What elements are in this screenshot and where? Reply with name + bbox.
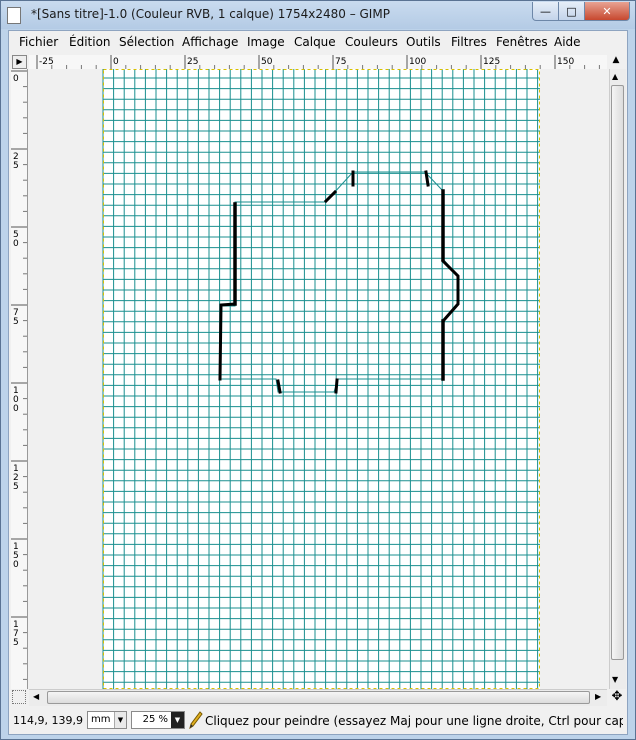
- chevron-down-icon[interactable]: ▼: [171, 712, 184, 728]
- menu-affichage[interactable]: Affichage: [182, 35, 238, 49]
- scroll-down-icon[interactable]: ▼: [612, 675, 618, 684]
- horizontal-scroll-thumb[interactable]: [47, 691, 590, 704]
- maximize-icon: □: [566, 4, 577, 18]
- unit-selector[interactable]: mm ▼: [87, 711, 127, 729]
- chevron-down-icon[interactable]: ▼: [114, 712, 126, 728]
- scroll-up-icon[interactable]: ▲: [612, 72, 618, 81]
- menu-edition[interactable]: Édition: [69, 35, 111, 49]
- minimize-icon: —: [540, 4, 551, 18]
- ruler-label-digit: 5: [13, 482, 19, 492]
- menu-outils[interactable]: Outils: [406, 35, 441, 49]
- ruler-corner-arrow-icon: ▲: [612, 55, 620, 65]
- menu-aide[interactable]: Aide: [554, 35, 581, 49]
- gimp-window: *[Sans titre]-1.0 (Couleur RVB, 1 calque…: [0, 0, 636, 740]
- ruler-label: 125: [483, 57, 500, 67]
- zoom-value: 25 %: [142, 714, 168, 725]
- menu-selection[interactable]: Sélection: [119, 35, 174, 49]
- vertical-ruler-svg: 0255075100125150175200: [11, 70, 27, 680]
- menu-fenetres[interactable]: Fenêtres: [496, 35, 548, 49]
- menu-filtres[interactable]: Filtres: [451, 35, 487, 49]
- ruler-label-digit: 0: [13, 74, 19, 84]
- ruler-label: 75: [335, 57, 346, 67]
- stroke-bottom-notch-right: [334, 378, 339, 394]
- ruler-label-digit: 0: [13, 239, 19, 249]
- window-title: *[Sans titre]-1.0 (Couleur RVB, 1 calque…: [31, 7, 390, 21]
- ruler-label-digit: 5: [13, 161, 19, 171]
- stroke-top-notch-right: [424, 170, 430, 187]
- title-bar[interactable]: *[Sans titre]-1.0 (Couleur RVB, 1 calque…: [1, 1, 635, 29]
- menu-calque[interactable]: Calque: [294, 35, 336, 49]
- ruler-label-digit: 5: [13, 317, 19, 327]
- menu-image[interactable]: Image: [247, 35, 285, 49]
- image-window-client: Fichier Édition Sélection Affichage Imag…: [8, 30, 628, 735]
- ruler-label: 25: [187, 57, 198, 67]
- vertical-scroll-thumb[interactable]: [611, 85, 624, 660]
- unit-value: mm: [91, 714, 111, 725]
- ruler-label: 100: [409, 57, 426, 67]
- scroll-left-icon[interactable]: ◀: [33, 692, 39, 701]
- close-button[interactable]: ✕: [584, 2, 630, 21]
- menu-fichier[interactable]: Fichier: [19, 35, 58, 49]
- vertical-scrollbar[interactable]: ▲ ▼: [609, 69, 626, 689]
- close-icon: ✕: [602, 4, 612, 18]
- canvas-area[interactable]: [28, 69, 608, 690]
- image-canvas[interactable]: [28, 69, 608, 690]
- ruler-label: 0: [113, 57, 119, 67]
- ruler-label-digit: 5: [13, 638, 19, 648]
- horizontal-scrollbar[interactable]: ◀ ▶: [29, 689, 607, 706]
- status-bar: 114,9, 139,9 mm ▼ 25 % ▼ Cliquez pour pe…: [9, 707, 627, 734]
- quick-mask-toggle[interactable]: [12, 690, 26, 704]
- horizontal-ruler-svg: -25 0 25 50 75 100 125 150: [36, 55, 600, 69]
- document-icon: [7, 7, 21, 24]
- ruler-label: 50: [261, 57, 273, 67]
- vertical-ruler[interactable]: 0255075100125150175200: [11, 69, 28, 689]
- maximize-button[interactable]: □: [558, 2, 585, 21]
- status-message: Cliquez pour peindre (essayez Maj pour u…: [205, 714, 623, 728]
- pointer-coordinates: 114,9, 139,9: [13, 714, 83, 727]
- stroke-bottom-notch-left: [276, 379, 282, 394]
- menu-bar: Fichier Édition Sélection Affichage Imag…: [9, 31, 627, 54]
- play-triangle-icon: ▶: [16, 57, 23, 66]
- scroll-right-icon[interactable]: ▶: [595, 692, 601, 701]
- minimize-button[interactable]: —: [532, 2, 559, 21]
- navigate-icon[interactable]: ✥: [609, 689, 625, 705]
- ruler-label: -25: [39, 57, 54, 67]
- ruler-label: 150: [557, 57, 574, 67]
- menu-couleurs[interactable]: Couleurs: [345, 35, 398, 49]
- pencil-icon: [189, 711, 203, 729]
- horizontal-ruler[interactable]: -25 0 25 50 75 100 125 150: [29, 55, 607, 70]
- zoom-selector[interactable]: 25 % ▼: [131, 711, 185, 729]
- ruler-label-digit: 0: [13, 560, 19, 570]
- quick-mask-menu-button[interactable]: ▶: [12, 55, 27, 69]
- ruler-label-digit: 0: [13, 404, 19, 414]
